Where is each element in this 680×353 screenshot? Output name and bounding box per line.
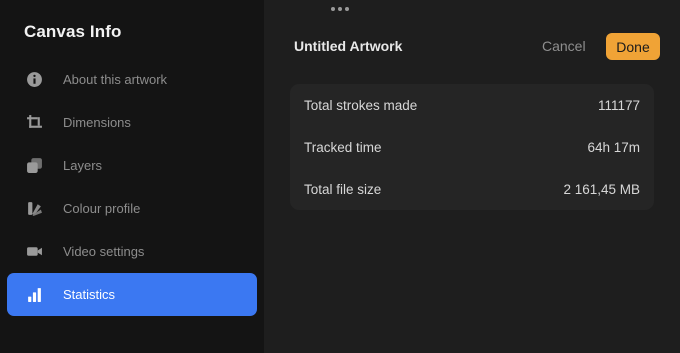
info-icon xyxy=(25,71,43,89)
sidebar-item-label: Statistics xyxy=(63,287,116,302)
sidebar-nav: About this artwork Dimensions Layers Col… xyxy=(7,58,257,316)
crop-icon xyxy=(25,114,43,132)
sidebar-item-video-settings[interactable]: Video settings xyxy=(7,230,257,273)
stat-row-strokes: Total strokes made 111177 xyxy=(290,84,654,126)
statistics-icon xyxy=(25,286,43,304)
sidebar-item-label: About this artwork xyxy=(63,72,168,87)
sidebar-item-statistics[interactable]: Statistics xyxy=(7,273,257,316)
cancel-button[interactable]: Cancel xyxy=(542,38,586,54)
sidebar-item-about[interactable]: About this artwork xyxy=(7,58,257,101)
colour-profile-icon xyxy=(25,200,43,218)
sidebar-item-dimensions[interactable]: Dimensions xyxy=(7,101,257,144)
drag-handle-icon[interactable] xyxy=(331,7,349,11)
sidebar: Canvas Info About this artwork Dimension… xyxy=(0,0,264,353)
sidebar-item-colour-profile[interactable]: Colour profile xyxy=(7,187,257,230)
stat-value: 64h 17m xyxy=(587,139,640,155)
sidebar-item-layers[interactable]: Layers xyxy=(7,144,257,187)
sidebar-item-label: Video settings xyxy=(63,244,145,259)
stat-label: Total strokes made xyxy=(304,97,418,113)
sidebar-title: Canvas Info xyxy=(24,22,122,41)
stat-row-file-size: Total file size 2 161,45 MB xyxy=(290,168,654,210)
sidebar-item-label: Colour profile xyxy=(63,201,141,216)
statistics-card: Total strokes made 111177 Tracked time 6… xyxy=(290,84,654,210)
stat-label: Tracked time xyxy=(304,139,382,155)
stat-value: 111177 xyxy=(597,97,640,113)
canvas-info-window: Canvas Info About this artwork Dimension… xyxy=(0,0,680,353)
stat-row-tracked-time: Tracked time 64h 17m xyxy=(290,126,654,168)
layers-icon xyxy=(25,157,43,175)
video-icon xyxy=(25,243,43,261)
stat-label: Total file size xyxy=(304,181,382,197)
sidebar-item-label: Layers xyxy=(63,158,103,173)
done-button[interactable]: Done xyxy=(606,33,660,60)
page-title: Untitled Artwork xyxy=(294,38,403,54)
main-panel: Untitled Artwork Cancel Done Total strok… xyxy=(264,0,680,353)
sidebar-item-label: Dimensions xyxy=(63,115,131,130)
stat-value: 2 161,45 MB xyxy=(563,181,640,197)
